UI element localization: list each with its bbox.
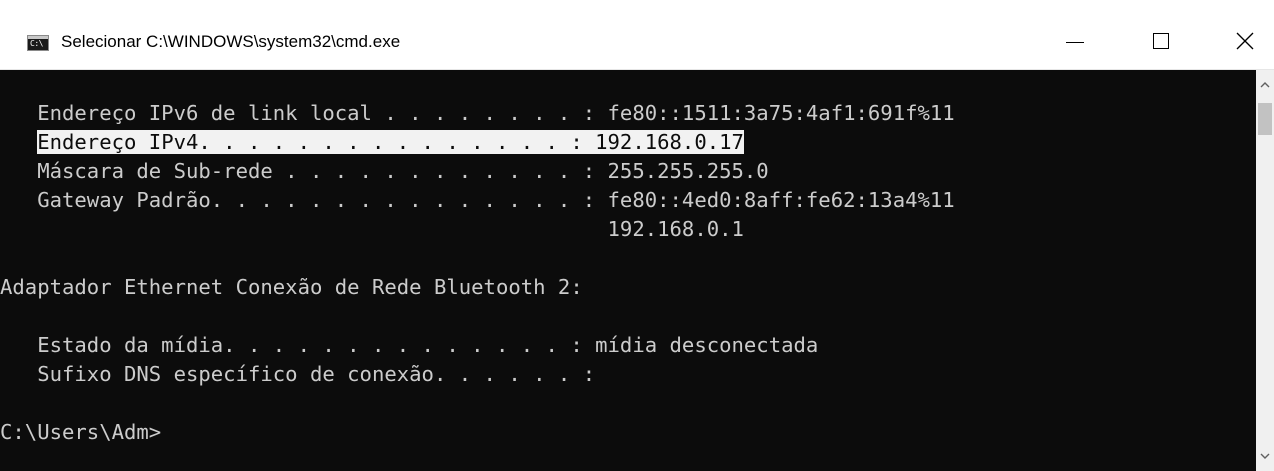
console-prompt[interactable]: C:\Users\Adm> xyxy=(0,418,161,447)
scroll-up-button[interactable] xyxy=(1256,70,1274,100)
cmd-icon[interactable]: C:\ xyxy=(27,35,49,51)
close-button[interactable] xyxy=(1216,12,1274,70)
maximize-icon xyxy=(1153,33,1169,49)
cmd-window: C:\ Selecionar C:\WINDOWS\system32\cmd.e… xyxy=(0,0,1274,471)
minimize-button[interactable] xyxy=(1046,12,1104,70)
scroll-down-arrow-icon xyxy=(1260,453,1270,459)
console-line-adapter-header: Adaptador Ethernet Conexão de Rede Bluet… xyxy=(0,275,583,299)
console-line-media-state: Estado da mídia. . . . . . . . . . . . .… xyxy=(0,333,819,357)
console-line-ipv6: Endereço IPv6 de link local . . . . . . … xyxy=(0,101,955,125)
minimize-icon xyxy=(1066,41,1084,43)
selected-text[interactable]: Endereço IPv4. . . . . . . . . . . . . .… xyxy=(37,130,744,154)
scroll-up-arrow-icon xyxy=(1260,82,1270,88)
close-icon xyxy=(1236,32,1254,50)
console-line-dns-suffix: Sufixo DNS específico de conexão. . . . … xyxy=(0,362,596,386)
console-line-gateway: Gateway Padrão. . . . . . . . . . . . . … xyxy=(0,188,955,212)
scroll-down-button[interactable] xyxy=(1256,441,1274,471)
console-output[interactable]: Endereço IPv6 de link local . . . . . . … xyxy=(0,70,1256,471)
window-top-edge xyxy=(0,0,1274,12)
console-line-ipv4: Endereço IPv4. . . . . . . . . . . . . .… xyxy=(0,128,744,157)
scrollbar-thumb[interactable] xyxy=(1258,103,1272,135)
vertical-scrollbar[interactable] xyxy=(1256,70,1274,471)
window-title: Selecionar C:\WINDOWS\system32\cmd.exe xyxy=(61,32,401,51)
console-line-gateway-ipv4: 192.168.0.1 xyxy=(0,217,744,241)
console-line-subnet-mask: Máscara de Sub-rede . . . . . . . . . . … xyxy=(0,159,769,183)
maximize-button[interactable] xyxy=(1132,12,1190,70)
title-bar[interactable]: C:\ Selecionar C:\WINDOWS\system32\cmd.e… xyxy=(0,12,1274,70)
cmd-icon-text: C:\ xyxy=(30,39,43,48)
console-line-indent xyxy=(0,130,37,154)
